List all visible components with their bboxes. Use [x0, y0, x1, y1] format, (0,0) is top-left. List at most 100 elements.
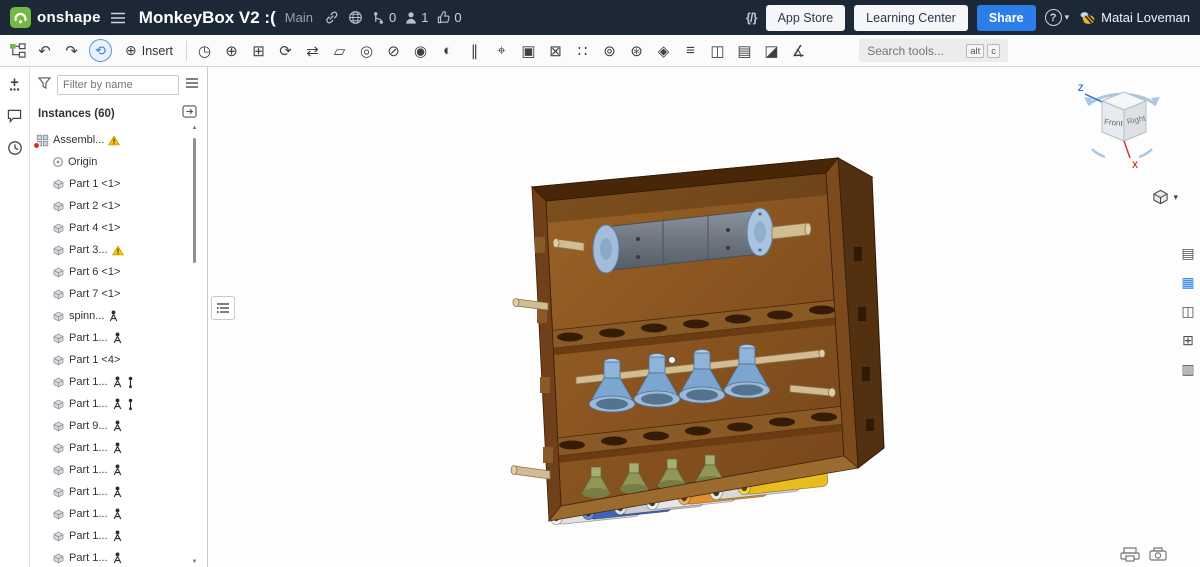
search-tools-input[interactable] [867, 44, 963, 58]
view-options-button[interactable]: ▾ [1152, 189, 1178, 205]
revolute-mate-icon[interactable]: ⟳ [272, 38, 299, 64]
insert-plus-icon[interactable] [7, 77, 22, 92]
named-positions-icon[interactable]: ≡ [677, 38, 704, 64]
list-options-icon[interactable] [185, 76, 199, 94]
display-states-panel-icon[interactable]: ◫ [1178, 301, 1198, 321]
scanner-icon[interactable] [1148, 547, 1168, 562]
workspace-name[interactable]: Main [285, 10, 313, 25]
tree-item[interactable]: Part 2 <1> [30, 195, 207, 217]
explode-icon[interactable]: ⊛ [623, 38, 650, 64]
learning-center-button[interactable]: Learning Center [854, 5, 968, 31]
panel-expand-icon[interactable] [182, 105, 197, 123]
group-icon[interactable]: ▣ [515, 38, 542, 64]
onshape-logo[interactable]: onshape [10, 7, 101, 28]
tree-item[interactable]: Part 1... [30, 481, 207, 503]
versions-count[interactable]: 0 [372, 10, 396, 25]
tree-item[interactable]: Part 1... [30, 393, 207, 415]
tree-scrollbar[interactable]: ▲ ▼ [190, 125, 199, 565]
tree-item[interactable]: Part 1... [30, 525, 207, 547]
structure-panel-toggle[interactable] [211, 296, 235, 320]
part-icon [52, 354, 65, 367]
search-tools[interactable]: alt c [859, 39, 1008, 62]
scroll-thumb[interactable] [193, 138, 196, 263]
mate-connector-icon[interactable]: ⌖ [488, 38, 515, 64]
tree-item[interactable]: Part 9... [30, 415, 207, 437]
thumbs-up-icon [437, 11, 450, 24]
planar-mate-icon[interactable]: ▱ [326, 38, 353, 64]
redo-icon[interactable]: ↷ [58, 38, 85, 64]
snapshot-icon[interactable]: ◈ [650, 38, 677, 64]
section-view-icon[interactable]: ◪ [758, 38, 785, 64]
origin-icon [52, 156, 64, 168]
tree-item[interactable]: Part 6 <1> [30, 261, 207, 283]
users-count[interactable]: 1 [405, 10, 428, 25]
custom-tables-panel-icon[interactable]: ▥ [1178, 359, 1198, 379]
rollback-icon[interactable]: ⟲ [89, 39, 112, 62]
likes-count[interactable]: 0 [437, 10, 461, 25]
pin-slot-mate-icon[interactable]: ⊘ [380, 38, 407, 64]
assembly-navigator-icon[interactable] [4, 38, 31, 64]
configurations-panel-icon[interactable]: ⊞ [1178, 330, 1198, 350]
history-panel-icon[interactable] [7, 140, 23, 156]
printer-icon[interactable] [1120, 547, 1140, 562]
bee-avatar-icon [1078, 11, 1096, 25]
app-store-button[interactable]: App Store [766, 5, 846, 31]
main-area: Instances (60) Assembl...OriginPart 1 <1… [0, 67, 1200, 567]
replicate-icon[interactable]: ⊠ [542, 38, 569, 64]
tree-item[interactable]: Assembl... [30, 129, 207, 151]
tree-item[interactable]: Part 1... [30, 437, 207, 459]
fastened-mate-icon[interactable]: ⊞ [245, 38, 272, 64]
tree-item[interactable]: Part 1... [30, 459, 207, 481]
appearance-panel-icon[interactable]: ▦ [1178, 272, 1198, 292]
tree-item[interactable]: Part 4 <1> [30, 217, 207, 239]
main-menu-icon[interactable] [110, 12, 126, 24]
bom-panel-icon[interactable]: ▤ [1178, 243, 1198, 263]
part-icon [52, 376, 65, 389]
help-menu[interactable]: ? ▾ [1045, 9, 1070, 26]
comments-icon[interactable] [7, 109, 22, 123]
implicit-mate-icon [112, 332, 123, 344]
featurescript-icon[interactable]: {/} [746, 10, 757, 25]
tree-item[interactable]: Part 1... [30, 503, 207, 525]
history-icon[interactable]: ◷ [191, 38, 218, 64]
implicit-mate-icon [112, 398, 123, 410]
view-cube[interactable]: Front Right Z X [1072, 75, 1172, 175]
model-canvas[interactable]: Front Right Z X ▾ ▤ ▦ ◫ ⊞ ▥ [208, 67, 1200, 567]
tree-item[interactable]: Part 1 <1> [30, 173, 207, 195]
bom-icon[interactable]: ▤ [731, 38, 758, 64]
tree-item[interactable]: Origin [30, 151, 207, 173]
tree-item[interactable]: Part 7 <1> [30, 283, 207, 305]
display-states-icon[interactable]: ◫ [704, 38, 731, 64]
tree-item[interactable]: Part 1 <4> [30, 349, 207, 371]
measure-icon[interactable]: ∡ [785, 38, 812, 64]
linear-pattern-icon[interactable]: ∷ [569, 38, 596, 64]
implicit-mate-icon [112, 442, 123, 454]
insert-button[interactable]: ⊕ Insert [116, 38, 182, 64]
assembly-3d-model[interactable] [208, 67, 1200, 567]
share-button[interactable]: Share [977, 5, 1036, 31]
cylindrical-mate-icon[interactable]: ◎ [353, 38, 380, 64]
z-axis-label: Z [1078, 83, 1084, 93]
scroll-up-icon[interactable]: ▲ [190, 125, 199, 131]
tree-item[interactable]: Part 1... [30, 327, 207, 349]
ball-mate-icon[interactable]: ◉ [407, 38, 434, 64]
tree-item[interactable]: Part 1... [30, 547, 207, 567]
tree-item[interactable]: spinn... [30, 305, 207, 327]
tree-item[interactable]: Part 1... [30, 371, 207, 393]
parallel-mate-icon[interactable]: ∥ [461, 38, 488, 64]
mate-connector-icon [127, 376, 134, 389]
part-icon [52, 464, 65, 477]
tree-item[interactable]: Part 3... [30, 239, 207, 261]
part-icon [52, 266, 65, 279]
mate-icon[interactable]: ⊕ [218, 38, 245, 64]
account-menu[interactable]: Matai Loveman [1078, 10, 1190, 25]
tangent-mate-icon[interactable]: ◐ [434, 38, 461, 64]
circular-pattern-icon[interactable]: ⊚ [596, 38, 623, 64]
scroll-down-icon[interactable]: ▼ [190, 559, 199, 565]
filter-input[interactable] [57, 75, 179, 95]
slider-mate-icon[interactable]: ⇄ [299, 38, 326, 64]
copy-link-icon[interactable] [324, 10, 339, 25]
public-globe-icon[interactable] [348, 10, 363, 25]
filter-icon[interactable] [38, 76, 51, 94]
undo-icon[interactable]: ↶ [31, 38, 58, 64]
